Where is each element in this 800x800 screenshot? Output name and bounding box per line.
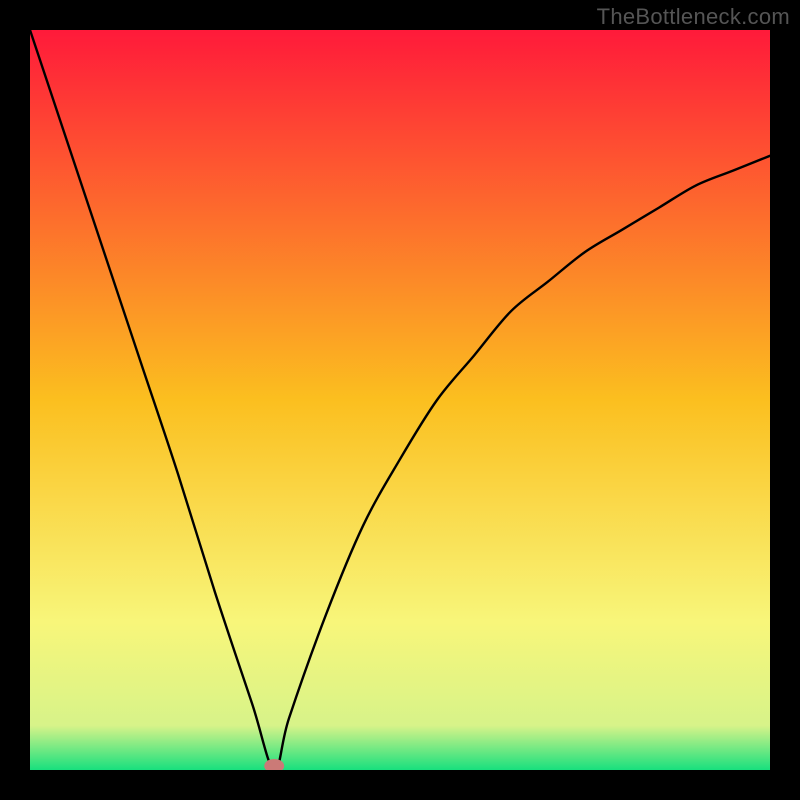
chart-frame: TheBottleneck.com <box>0 0 800 800</box>
watermark-text: TheBottleneck.com <box>597 4 790 30</box>
plot-area <box>30 30 770 770</box>
bottleneck-chart-svg <box>30 30 770 770</box>
gradient-background <box>30 30 770 770</box>
